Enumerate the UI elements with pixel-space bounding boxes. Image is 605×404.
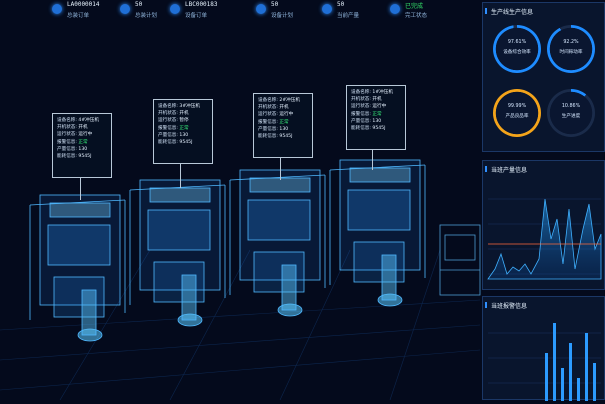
gauge-percent: 97.61% bbox=[507, 40, 527, 45]
card-row-power: 开机状态: 开机 bbox=[351, 97, 382, 103]
gauge-label: 时间稼动率 bbox=[559, 50, 583, 55]
gauge-time-utilization: 92.2% 时间稼动率 bbox=[547, 25, 595, 73]
card-row-alarm: 报警信息: 正常 bbox=[158, 125, 189, 131]
card-connector bbox=[372, 150, 373, 170]
machine-card-2[interactable]: 设备名称: 2#冲压机 开机状态: 开机 运行状态: 运行中 报警信息: 正常 … bbox=[253, 93, 313, 158]
card-row-alarm: 报警信息: 正常 bbox=[258, 119, 289, 125]
shift-output-panel: 当班产量信息 bbox=[482, 160, 605, 290]
gauge-progress: 10.86% 生产进度 bbox=[547, 89, 595, 137]
plan-icon bbox=[256, 4, 266, 14]
panel-title: 当班报警信息 bbox=[484, 302, 528, 310]
stat-value: 50 bbox=[337, 1, 345, 8]
card-row-name: 设备名称: 1#冲压机 bbox=[351, 90, 393, 95]
stat-label: 设备计划 bbox=[271, 13, 294, 19]
card-row-name: 设备名称: 2#冲压机 bbox=[258, 98, 300, 103]
card-row-power: 开机状态: 开机 bbox=[258, 105, 289, 111]
alarm-bar-chart bbox=[488, 323, 601, 401]
panel-title: 生产线生产信息 bbox=[484, 8, 534, 16]
card-row-power: 开机状态: 开机 bbox=[158, 111, 189, 117]
stat-label: 总装计划 bbox=[135, 13, 158, 19]
stat-value: 50 bbox=[135, 1, 143, 8]
stat-label: 总装订单 bbox=[67, 13, 90, 19]
card-row-output: 产量信息: 130 bbox=[57, 146, 88, 152]
gauge-label: 生产进度 bbox=[561, 114, 581, 119]
order-icon bbox=[52, 4, 62, 14]
press-machine bbox=[29, 194, 126, 342]
stat-value: LBC000183 bbox=[185, 1, 218, 8]
press-machine bbox=[129, 179, 226, 327]
card-row-run: 运行状态: 运行中 bbox=[351, 104, 387, 110]
gauge-percent: 10.86% bbox=[561, 104, 581, 109]
machine-card-3[interactable]: 设备名称: 3#冲压机 开机状态: 开机 运行状态: 暂停 报警信息: 正常 产… bbox=[153, 99, 213, 164]
card-row-name: 设备名称: 3#冲压机 bbox=[158, 104, 200, 109]
stat-value: 50 bbox=[271, 1, 279, 8]
end-equipment bbox=[439, 224, 481, 296]
card-row-run: 运行状态: 运行中 bbox=[258, 112, 294, 118]
gauge-yield-rate: 99.99% 产品良品率 bbox=[493, 89, 541, 137]
shift-alarm-panel: 当班报警信息 bbox=[482, 296, 605, 401]
gauge-oee: 97.61% 设备综合效率 bbox=[493, 25, 541, 73]
output-area bbox=[487, 198, 602, 280]
stat-label: 完工状态 bbox=[405, 13, 428, 19]
gauge-percent: 92.2% bbox=[563, 40, 579, 45]
card-row-alarm: 报警信息: 正常 bbox=[57, 139, 88, 145]
card-row-alarm: 报警信息: 正常 bbox=[351, 111, 382, 117]
gauge-label: 产品良品率 bbox=[505, 114, 529, 119]
stat-label: 当前产量 bbox=[337, 13, 360, 19]
press-machine bbox=[229, 169, 326, 317]
alarm-bars bbox=[545, 323, 596, 401]
status-icon bbox=[390, 4, 400, 14]
panel-title: 当班产量信息 bbox=[484, 166, 528, 174]
machine-card-4[interactable]: 设备名称: 4#冲压机 开机状态: 开机 运行状态: 运行中 报警信息: 正常 … bbox=[52, 113, 112, 178]
stat-value: 已完成 bbox=[405, 3, 424, 10]
machine-card-1[interactable]: 设备名称: 1#冲压机 开机状态: 开机 运行状态: 运行中 报警信息: 正常 … bbox=[346, 85, 406, 150]
stat-value: LA0000014 bbox=[67, 1, 100, 8]
card-row-name: 设备名称: 4#冲压机 bbox=[57, 118, 99, 123]
gauge-percent: 99.99% bbox=[507, 104, 527, 109]
card-row-output: 产量信息: 130 bbox=[351, 118, 382, 124]
order-icon bbox=[170, 4, 180, 14]
stat-label: 设备订单 bbox=[185, 13, 208, 19]
production-info-panel: 生产线生产信息 97.61% 设备综合效率 92.2% 时间稼动率 99.99%… bbox=[482, 2, 605, 152]
card-row-power: 开机状态: 开机 bbox=[57, 125, 88, 131]
card-connector bbox=[80, 178, 81, 200]
gauge-label: 设备综合效率 bbox=[503, 50, 531, 55]
card-row-output: 产量信息: 130 bbox=[158, 132, 189, 138]
card-connector bbox=[180, 164, 181, 188]
output-area-chart bbox=[487, 198, 602, 280]
output-icon bbox=[322, 4, 332, 14]
machine-group bbox=[29, 159, 426, 342]
header-stats-bar: LA0000014 总装订单 50 总装计划 LBC000183 设备订单 50… bbox=[0, 0, 480, 26]
card-row-output: 产量信息: 130 bbox=[258, 126, 289, 132]
card-row-energy: 能耗信息: 9545J bbox=[351, 126, 386, 132]
card-row-run: 运行状态: 运行中 bbox=[57, 132, 93, 138]
press-machine bbox=[329, 159, 426, 307]
card-connector bbox=[280, 158, 281, 180]
plan-icon bbox=[120, 4, 130, 14]
card-row-run: 运行状态: 暂停 bbox=[158, 118, 189, 124]
card-row-energy: 能耗信息: 9545J bbox=[258, 134, 293, 140]
card-row-energy: 能耗信息: 9545J bbox=[57, 154, 92, 160]
card-row-energy: 能耗信息: 9545J bbox=[158, 140, 193, 146]
